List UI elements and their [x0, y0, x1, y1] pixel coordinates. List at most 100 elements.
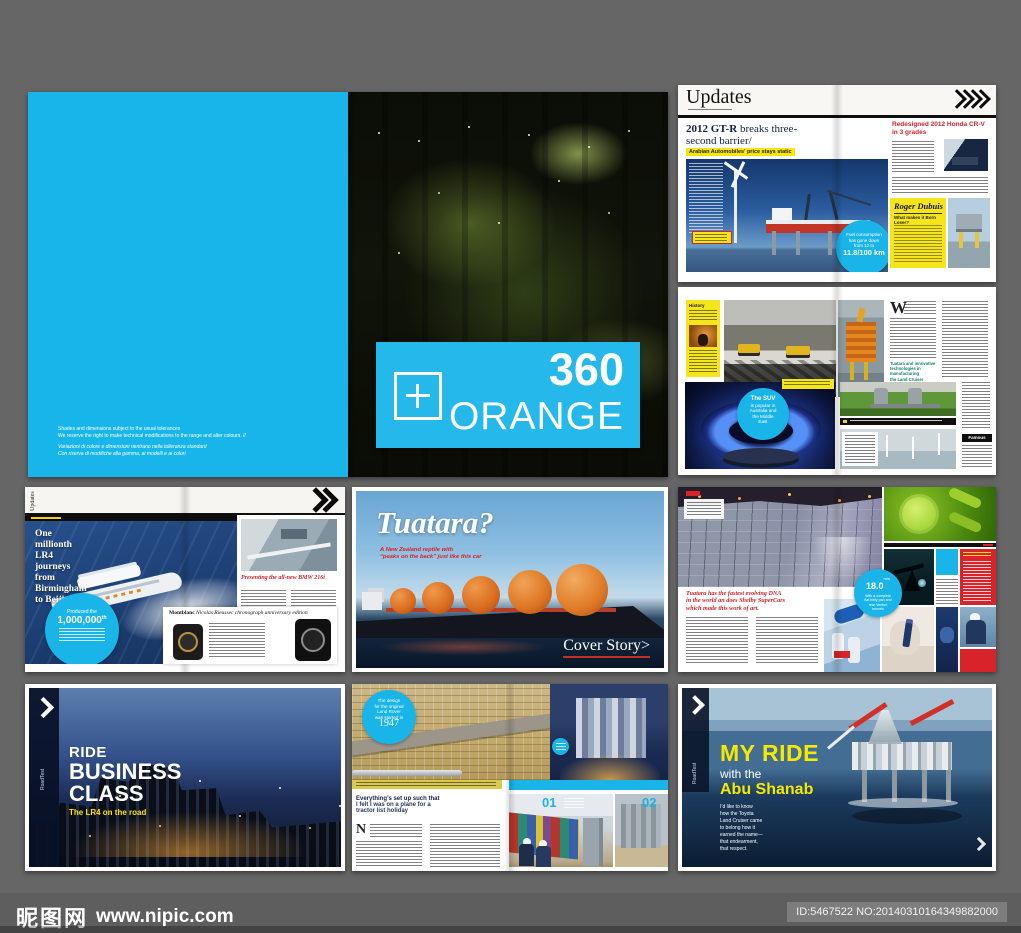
headline-line: from [35, 573, 55, 583]
tanker-photo: Tuatara? A New Zealand reptile with “pea… [356, 491, 664, 668]
warm-glow [69, 811, 309, 857]
tuatara-title: Tuatara? [376, 505, 494, 540]
tanker-bridge [362, 592, 382, 610]
roger-dubuis-box: Roger Dubuis What makes it Born Loser? [890, 198, 946, 268]
headline-line: journeys [35, 562, 71, 572]
myride-name: Abu Shanab [720, 781, 814, 798]
light-glow [918, 579, 926, 587]
disclaimer-line: We reserve the right to make technical m… [58, 433, 246, 439]
body-text [686, 617, 748, 665]
burner-base [723, 448, 799, 464]
teal-subhead: Tuatara and innovative technologies in m… [890, 361, 938, 382]
vessel-superstructure [772, 208, 792, 220]
page-forward-icon [971, 836, 987, 852]
body-text [756, 617, 818, 665]
myride-title: MY RIDE [720, 740, 819, 766]
suv-badge: The SUV is popular in Australia and the … [737, 388, 789, 440]
cover-title-banner: 360 ORANGE [376, 342, 640, 448]
tuatara-spread: Tuatara? A New Zealand reptile with “pea… [352, 487, 668, 672]
wind-turbines-photo [840, 429, 956, 469]
base-splash [848, 798, 958, 808]
red-crane [909, 699, 955, 726]
photo-caption-box [692, 231, 732, 244]
hard-hat [970, 613, 980, 620]
truck-caption [782, 379, 834, 389]
history-sidebar: History [686, 300, 720, 377]
ride-tagline: The LR4 on the road [69, 808, 147, 817]
cyan-block [936, 549, 958, 575]
badge-unit: m/s [883, 576, 890, 581]
headline-line: One [35, 529, 52, 539]
updates-vertical-title: Updates [30, 491, 36, 511]
dna-headline: Tuatara has the fastest evolving DNA in … [686, 590, 785, 612]
cover-story-link: Cover Story> [563, 637, 650, 658]
disclaimer-line: Shades and dimensions subject to the usu… [58, 426, 181, 432]
flare-boom [856, 307, 866, 323]
myride-body: I’d like to know how the Toyota Land Crui… [720, 804, 763, 852]
ride-spread: RoadTest RIDE BUSINESS CLASS The LR4 on … [25, 684, 345, 871]
pipes-headline3: tractor list holiday [356, 808, 409, 814]
magazine-portfolio-board: Shades and dimensions subject to the usu… [0, 0, 1021, 933]
disclaimer-line: Con riserva di modifiche alla gamma, ai … [58, 451, 186, 457]
silo-tower [583, 818, 603, 866]
test-tube-photo [882, 607, 934, 672]
body-text [962, 382, 990, 430]
lng-dome [390, 588, 416, 614]
lng-dome [422, 582, 454, 614]
cover-spread: Shades and dimensions subject to the usu… [28, 92, 668, 477]
roger-title: Roger Dubuis [894, 201, 943, 211]
body-text [904, 301, 936, 315]
gtr-headline-tail: breaks three- [737, 123, 798, 135]
updates-spread-top: Updates 2012 GT-R breaks three- second b… [678, 85, 996, 282]
lng-dome [462, 576, 500, 614]
chevron-right-icon [685, 695, 705, 715]
updates-header-band: Updates [678, 85, 996, 118]
montblanc-headline: Montblanc Nicolas Rieussec chronograph a… [169, 610, 308, 616]
body-text [892, 177, 988, 193]
body-text [890, 318, 936, 358]
updates-header-band: Updates [25, 487, 345, 515]
pipes-article: Everything’s set up such that I felt I w… [356, 796, 502, 814]
myride-sub: with the [720, 767, 762, 781]
platform-reflection [852, 808, 962, 824]
million-badge: Produced the 1,000,000th [45, 593, 119, 664]
dump-truck [786, 346, 810, 355]
mini-text [936, 579, 958, 605]
foreground-pipes [352, 770, 462, 776]
platform-legs [862, 770, 867, 802]
strip-bar [884, 543, 996, 547]
plus-icon [394, 372, 442, 420]
gas-burner-photo: The SUV is popular in Australia and the … [685, 382, 835, 469]
body-text [356, 841, 422, 867]
gtr-headline-line2: second barrier/ [686, 135, 752, 147]
tuatara-subhead: A New Zealand reptile with “peaks on the… [380, 547, 481, 561]
badge-year: 1947 [379, 718, 399, 730]
lng-dome [508, 570, 552, 614]
speed-badge: 18.0m/s With a complete flat belly pan an… [854, 569, 902, 617]
gtr-headline-strong: 2012 GT-R [686, 123, 738, 135]
dump-truck [738, 344, 760, 353]
photo-text-column [689, 163, 723, 235]
myride-spread: RoadTest MY RIDE with the Abu Shanab I’d… [678, 684, 996, 871]
famous-box-title: Famous [962, 434, 992, 442]
oilrig-photo: RoadTest MY RIDE with the Abu Shanab I’d… [682, 688, 992, 867]
number-01-caption [564, 798, 584, 808]
platform-structure [846, 322, 876, 362]
fuel-badge: Fuel consumption has gone down from 12 t… [836, 220, 888, 272]
number-01: 01 [542, 795, 557, 810]
headline-line: in the world an does Shelby SuperCars [686, 597, 786, 605]
flare-boom [827, 725, 855, 750]
gtr-headline: 2012 GT-R breaks three- second barrier/ [686, 123, 888, 147]
badge-line: East [758, 419, 768, 425]
platform-photo [948, 198, 990, 268]
honda-photo [944, 139, 988, 171]
montblanc-body [209, 623, 265, 659]
energy-spread: History W Tuatara and innovative technol… [678, 287, 996, 475]
cyan-bar [509, 780, 668, 790]
landrover-badge: The design for the original Land Rover was… [362, 690, 416, 744]
roadtest-sidebar: RoadTest [29, 688, 59, 867]
cover-disclaimer: Shades and dimensions subject to the usu… [58, 426, 246, 458]
plant-dusk-photo: RoadTest RIDE BUSINESS CLASS The LR4 on … [29, 688, 341, 867]
history-text [689, 350, 717, 374]
montblanc-box: Montblanc Nicolas Rieussec chronograph a… [163, 607, 337, 664]
